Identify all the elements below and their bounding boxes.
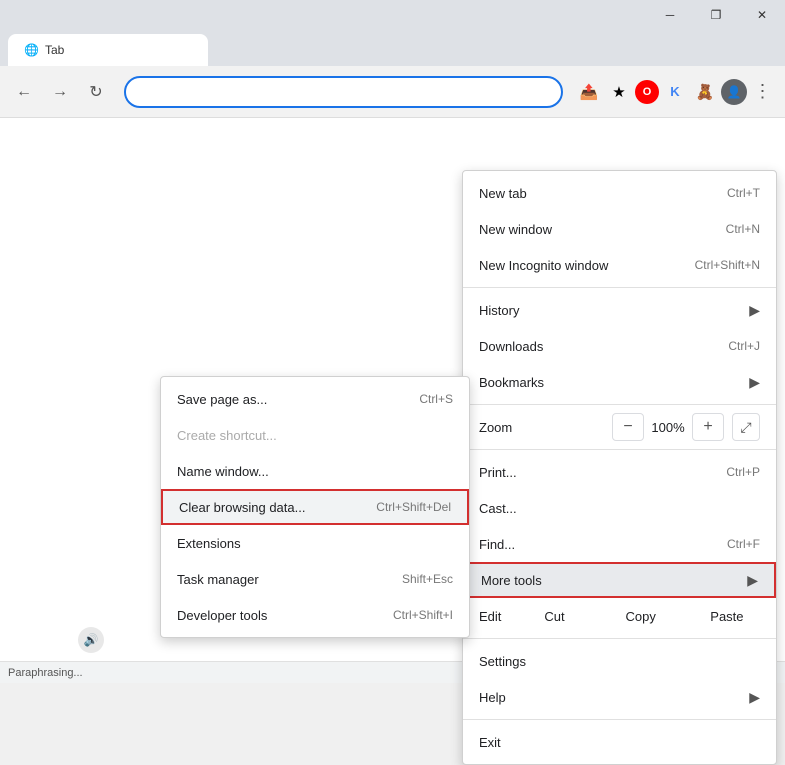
zoom-label: Zoom	[479, 420, 612, 435]
menu-item-print[interactable]: Print... Ctrl+P	[463, 454, 776, 490]
paste-button[interactable]: Paste	[686, 602, 768, 630]
submenu-item-shortcut: Ctrl+Shift+I	[393, 608, 453, 622]
status-text: Paraphrasing...	[8, 667, 83, 679]
submenu-arrow-icon: ▶	[747, 572, 758, 589]
avatar[interactable]: 👤	[721, 79, 747, 105]
address-bar[interactable]	[124, 76, 563, 108]
titlebar-buttons: ─ ❐ ✕	[647, 0, 785, 30]
menu-item-label: Bookmarks	[479, 375, 544, 390]
submenu-item-create-shortcut[interactable]: Create shortcut...	[161, 417, 469, 453]
menu-item-more-tools[interactable]: More tools ▶	[463, 562, 776, 598]
menu-item-downloads[interactable]: Downloads Ctrl+J	[463, 328, 776, 364]
menu-item-bookmarks[interactable]: Bookmarks ▶	[463, 364, 776, 400]
share-icon[interactable]: 📤	[575, 78, 603, 106]
menu-item-label: Cast...	[479, 501, 517, 516]
scroll-indicator: 🔊	[78, 627, 104, 653]
toolbar: ← → ↻ 📤 ★ O K 🧸 👤 ⋮	[0, 66, 785, 118]
menu-item-label: More tools	[481, 573, 542, 588]
menu-item-shortcut: Ctrl+J	[728, 339, 760, 353]
tab-favicon: 🌐	[24, 43, 39, 57]
k-icon[interactable]: K	[661, 78, 689, 106]
menu-item-shortcut: Ctrl+P	[726, 465, 760, 479]
menu-item-label: Help	[479, 690, 506, 705]
submenu-item-label: Create shortcut...	[177, 428, 277, 443]
submenu-item-dev-tools[interactable]: Developer tools Ctrl+Shift+I	[161, 597, 469, 633]
toolbar-right-icons: 📤 ★ O K 🧸 👤 ⋮	[575, 78, 777, 106]
opera-icon[interactable]: O	[635, 80, 659, 104]
submenu-more-tools: Save page as... Ctrl+S Create shortcut..…	[160, 376, 470, 638]
menu-item-shortcut: Ctrl+Shift+N	[695, 258, 760, 272]
menu-item-new-window[interactable]: New window Ctrl+N	[463, 211, 776, 247]
fullscreen-button[interactable]: ⤢	[732, 413, 760, 441]
active-tab[interactable]: 🌐 Tab	[8, 34, 208, 66]
menu-item-new-tab[interactable]: New tab Ctrl+T	[463, 175, 776, 211]
submenu-item-label: Save page as...	[177, 392, 267, 407]
close-button[interactable]: ✕	[739, 0, 785, 30]
menu-item-label: Downloads	[479, 339, 543, 354]
edit-row: Edit Cut Copy Paste	[463, 598, 776, 634]
cut-button[interactable]: Cut	[513, 602, 595, 630]
submenu-item-label: Extensions	[177, 536, 241, 551]
zoom-value: 100%	[644, 420, 692, 435]
menu-item-label: New tab	[479, 186, 527, 201]
zoom-control-row: Zoom − 100% + ⤢	[463, 409, 776, 445]
tab-bar: 🌐 Tab	[0, 30, 785, 66]
copy-button[interactable]: Copy	[600, 602, 682, 630]
submenu-item-label: Clear browsing data...	[179, 500, 305, 515]
titlebar: ─ ❐ ✕	[0, 0, 785, 30]
menu-separator	[463, 449, 776, 450]
zoom-plus-button[interactable]: +	[692, 413, 724, 441]
extensions-icon[interactable]: 🧸	[691, 78, 719, 106]
menu-separator	[463, 719, 776, 720]
back-button[interactable]: ←	[8, 76, 40, 108]
edit-label: Edit	[471, 609, 509, 624]
menu-item-history[interactable]: History ▶	[463, 292, 776, 328]
menu-item-label: New Incognito window	[479, 258, 608, 273]
submenu-item-task-manager[interactable]: Task manager Shift+Esc	[161, 561, 469, 597]
menu-item-label: New window	[479, 222, 552, 237]
menu-item-shortcut: Ctrl+F	[727, 537, 760, 551]
menu-item-new-incognito[interactable]: New Incognito window Ctrl+Shift+N	[463, 247, 776, 283]
submenu-item-save-page[interactable]: Save page as... Ctrl+S	[161, 381, 469, 417]
menu-item-exit[interactable]: Exit	[463, 724, 776, 760]
menu-item-label: Settings	[479, 654, 526, 669]
maximize-button[interactable]: ❐	[693, 0, 739, 30]
submenu-item-extensions[interactable]: Extensions	[161, 525, 469, 561]
submenu-arrow-icon: ▶	[749, 302, 760, 319]
submenu-item-shortcut: Ctrl+S	[419, 392, 453, 406]
submenu-item-shortcut: Shift+Esc	[402, 572, 453, 586]
menu-item-label: History	[479, 303, 519, 318]
forward-button[interactable]: →	[44, 76, 76, 108]
submenu-item-label: Name window...	[177, 464, 269, 479]
submenu-item-label: Developer tools	[177, 608, 267, 623]
menu-item-find[interactable]: Find... Ctrl+F	[463, 526, 776, 562]
tab-title: Tab	[45, 43, 64, 57]
menu-item-cast[interactable]: Cast...	[463, 490, 776, 526]
submenu-item-shortcut: Ctrl+Shift+Del	[376, 500, 451, 514]
menu-item-label: Print...	[479, 465, 517, 480]
main-content: 🔊 New tab Ctrl+T New window Ctrl+N New I…	[0, 118, 785, 683]
menu-item-shortcut: Ctrl+T	[727, 186, 760, 200]
menu-separator	[463, 287, 776, 288]
main-menu: New tab Ctrl+T New window Ctrl+N New Inc…	[462, 170, 777, 765]
submenu-item-label: Task manager	[177, 572, 259, 587]
menu-separator	[463, 638, 776, 639]
menu-item-shortcut: Ctrl+N	[726, 222, 760, 236]
menu-separator	[463, 404, 776, 405]
submenu-arrow-icon: ▶	[749, 374, 760, 391]
menu-item-label: Find...	[479, 537, 515, 552]
menu-item-label: Exit	[479, 735, 501, 750]
submenu-arrow-icon: ▶	[749, 689, 760, 706]
menu-item-help[interactable]: Help ▶	[463, 679, 776, 715]
zoom-minus-button[interactable]: −	[612, 413, 644, 441]
submenu-item-name-window[interactable]: Name window...	[161, 453, 469, 489]
reload-button[interactable]: ↻	[80, 76, 112, 108]
submenu-item-clear-data[interactable]: Clear browsing data... Ctrl+Shift+Del	[161, 489, 469, 525]
main-menu-button[interactable]: ⋮	[749, 78, 777, 106]
menu-item-settings[interactable]: Settings	[463, 643, 776, 679]
bookmark-icon[interactable]: ★	[605, 78, 633, 106]
minimize-button[interactable]: ─	[647, 0, 693, 30]
